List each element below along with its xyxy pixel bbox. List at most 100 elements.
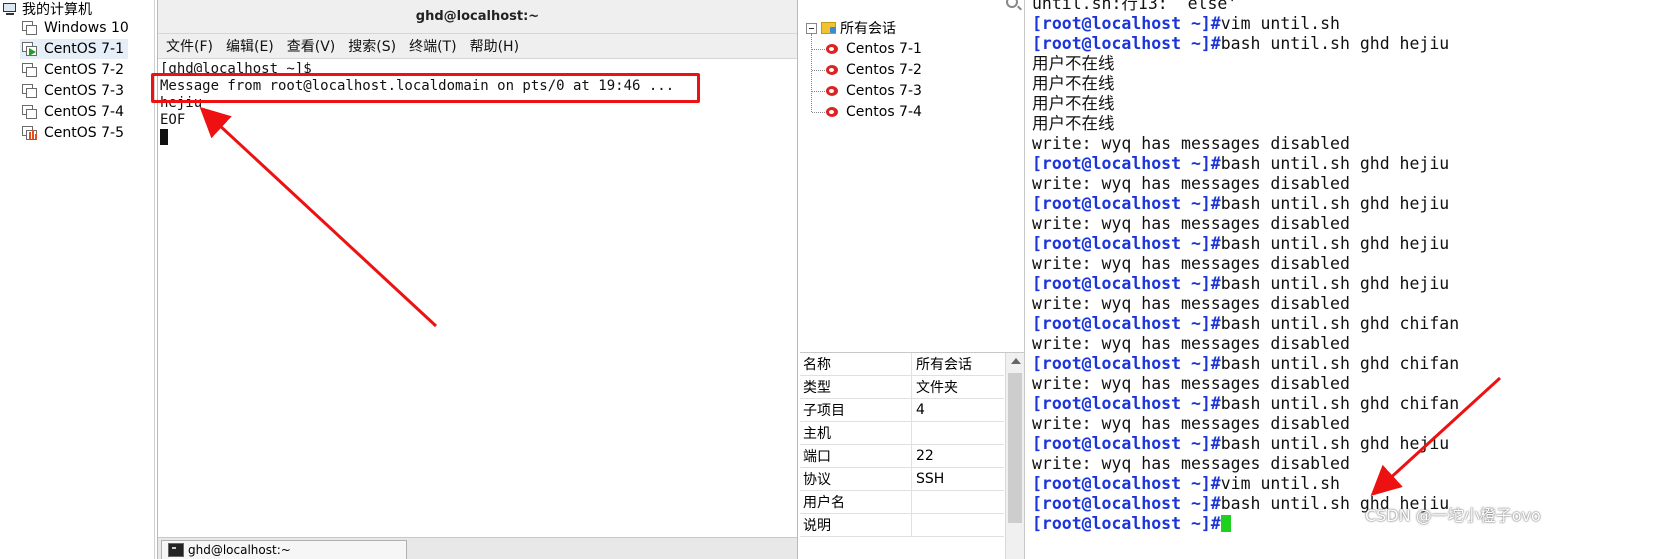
vm-suspended-icon <box>22 125 38 141</box>
property-key: 名称 <box>800 353 912 375</box>
shell-output-line: write: wyq has messages disabled <box>1032 134 1350 154</box>
shell-command-line: [root@localhost ~]#vim until.sh <box>1032 14 1340 34</box>
menu-file[interactable]: 文件(F) <box>166 36 213 56</box>
tree-connector <box>812 70 825 71</box>
terminal-title: ghd@localhost:~ <box>415 9 540 24</box>
property-row-description[interactable]: 说明 <box>800 514 1004 537</box>
shell-command-text: bash until.sh ghd chifan <box>1220 354 1460 373</box>
menu-terminal[interactable]: 终端(T) <box>409 36 456 56</box>
vm-library-panel: 我的计算机 Windows 10 CentOS 7-1 CentOS 7-2 C… <box>0 0 155 559</box>
vm-item-label: CentOS 7-5 <box>44 125 124 141</box>
shell-prompt: [root@localhost ~]# <box>1032 154 1221 173</box>
shell-output-line: 用户不在线 <box>1032 94 1115 114</box>
menu-search[interactable]: 搜索(S) <box>348 36 396 56</box>
tree-connector <box>812 91 825 92</box>
property-key: 说明 <box>800 514 912 536</box>
annotation-highlight-box <box>151 73 700 103</box>
property-row-username[interactable]: 用户名 <box>800 491 1004 514</box>
vm-item-centos-7-3[interactable]: CentOS 7-3 <box>20 81 128 101</box>
shell-output-line: write: wyq has messages disabled <box>1032 454 1350 474</box>
vm-item-centos-7-4[interactable]: CentOS 7-4 <box>20 102 128 122</box>
property-row-protocol[interactable]: 协议 SSH <box>800 468 1004 491</box>
shell-output-text: 用户不在线 <box>1032 74 1115 93</box>
search-icon[interactable] <box>1006 0 1018 8</box>
session-item-centos-7-2[interactable]: Centos 7-2 <box>825 60 922 80</box>
property-row-children[interactable]: 子项目 4 <box>800 399 1004 422</box>
collapse-icon[interactable] <box>806 22 817 34</box>
property-value: 所有会话 <box>916 357 972 373</box>
terminal-line: EOF <box>160 112 186 128</box>
shell-command-text: vim until.sh <box>1220 14 1340 33</box>
shell-prompt: [root@localhost ~]# <box>1032 34 1221 53</box>
shell-output-text: write: wyq has messages disabled <box>1032 414 1350 433</box>
tree-connector <box>812 49 825 50</box>
properties-scrollbar[interactable] <box>1005 353 1024 559</box>
session-item-label: Centos 7-2 <box>846 62 922 78</box>
shell-output-line: write: wyq has messages disabled <box>1032 374 1350 394</box>
all-sessions-node[interactable]: 所有会话 <box>806 18 896 38</box>
shell-command-text: bash until.sh ghd chifan <box>1220 314 1460 333</box>
shell-command-text: bash until.sh ghd chifan <box>1220 394 1460 413</box>
vm-off-icon <box>22 20 38 36</box>
shell-output-text: write: wyq has messages disabled <box>1032 454 1350 473</box>
vm-item-windows-10[interactable]: Windows 10 <box>20 18 133 38</box>
shell-prompt: [root@localhost ~]# <box>1032 274 1221 293</box>
session-item-label: Centos 7-3 <box>846 83 922 99</box>
tree-connector <box>812 112 825 113</box>
session-item-centos-7-3[interactable]: Centos 7-3 <box>825 81 922 101</box>
my-computer-node[interactable]: 我的计算机 <box>2 0 92 18</box>
shell-prompt: [root@localhost ~]# <box>1032 14 1221 33</box>
menu-view[interactable]: 查看(V) <box>287 36 336 56</box>
shell-command-line: [root@localhost ~]#bash until.sh ghd hej… <box>1032 274 1449 294</box>
shell-prompt: [root@localhost ~]# <box>1032 354 1221 373</box>
session-item-centos-7-1[interactable]: Centos 7-1 <box>825 39 922 59</box>
shell-command-text: bash until.sh ghd hejiu <box>1220 34 1450 53</box>
scroll-up-arrow-icon[interactable] <box>1011 358 1021 364</box>
terminal-menubar: 文件(F) 编辑(E) 查看(V) 搜索(S) 终端(T) 帮助(H) <box>158 34 797 59</box>
shell-output-line: 用户不在线 <box>1032 114 1115 134</box>
shell-command-text: bash until.sh ghd hejiu <box>1220 234 1450 253</box>
menu-help[interactable]: 帮助(H) <box>470 36 519 56</box>
terminal-titlebar[interactable]: ghd@localhost:~ <box>158 0 797 34</box>
vm-item-label: CentOS 7-2 <box>44 62 124 78</box>
property-row-port[interactable]: 端口 22 <box>800 445 1004 468</box>
shell-command-text: vim until.sh <box>1220 474 1340 493</box>
session-manager-panel: 所有会话 Centos 7-1 Centos 7-2 Centos 7-3 Ce… <box>800 0 1025 559</box>
shell-output-text: write: wyq has messages disabled <box>1032 174 1350 193</box>
shell-output-text: write: wyq has messages disabled <box>1032 214 1350 233</box>
scrollbar-thumb[interactable] <box>1008 373 1022 523</box>
taskbar-terminal-button[interactable]: ghd@localhost:~ <box>161 540 407 559</box>
shell-output-line: write: wyq has messages disabled <box>1032 214 1350 234</box>
vm-item-centos-7-5[interactable]: CentOS 7-5 <box>20 123 128 143</box>
shell-output-line: 用户不在线 <box>1032 74 1115 94</box>
property-key: 子项目 <box>800 399 912 421</box>
shell-output-text: write: wyq has messages disabled <box>1032 374 1350 393</box>
shell-prompt: [root@localhost ~]# <box>1032 494 1221 513</box>
property-row-name[interactable]: 名称 所有会话 <box>800 353 1004 376</box>
my-computer-label: 我的计算机 <box>22 2 92 18</box>
shell-output-line: write: wyq has messages disabled <box>1032 334 1350 354</box>
vm-item-centos-7-1[interactable]: CentOS 7-1 <box>20 39 128 59</box>
terminal-output[interactable]: [ghd@localhost ~]$ Message from root@loc… <box>158 60 797 510</box>
shell-output-text: 用户不在线 <box>1032 94 1115 113</box>
computer-icon <box>2 2 18 16</box>
vm-item-label: CentOS 7-3 <box>44 83 124 99</box>
shell-prompt: [root@localhost ~]# <box>1032 514 1221 533</box>
session-item-centos-7-4[interactable]: Centos 7-4 <box>825 102 922 122</box>
xshell-session-icon <box>825 64 840 77</box>
shell-command-text: bash until.sh ghd hejiu <box>1220 434 1450 453</box>
csdn-watermark: CSDN @一坨小橙子ovo <box>1365 506 1541 525</box>
property-row-type[interactable]: 类型 文件夹 <box>800 376 1004 399</box>
all-sessions-label: 所有会话 <box>840 21 896 37</box>
vm-item-centos-7-2[interactable]: CentOS 7-2 <box>20 60 128 80</box>
menu-edit[interactable]: 编辑(E) <box>226 36 274 56</box>
shell-prompt: [root@localhost ~]# <box>1032 434 1221 453</box>
shell-command-line: [root@localhost ~]#bash until.sh ghd hej… <box>1032 194 1449 214</box>
xshell-terminal[interactable]: until.sh:行13: else' [root@localhost ~]#vi… <box>1026 0 1655 559</box>
shell-output-text: write: wyq has messages disabled <box>1032 134 1350 153</box>
session-item-label: Centos 7-1 <box>846 41 922 57</box>
vm-off-icon <box>22 104 38 120</box>
property-row-host[interactable]: 主机 <box>800 422 1004 445</box>
shell-command-line: [root@localhost ~]#bash until.sh ghd hej… <box>1032 154 1449 174</box>
terminal-cursor <box>160 129 168 145</box>
